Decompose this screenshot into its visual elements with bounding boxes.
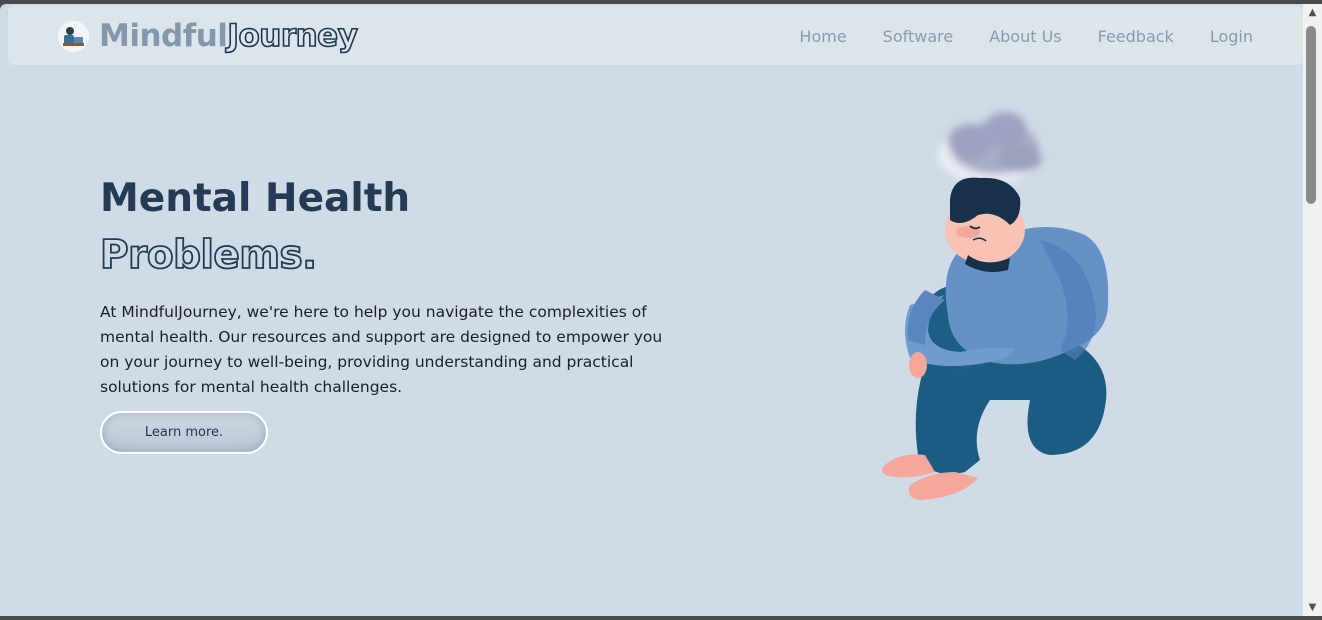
logo-text-part1: Mindful (99, 18, 228, 54)
hero-title-line1: Mental Health (100, 176, 411, 221)
nav-login[interactable]: Login (1210, 27, 1253, 46)
hero-title-line2: Problems. (99, 232, 318, 279)
vertical-scrollbar[interactable]: ▲ ▼ (1303, 4, 1322, 616)
site-logo[interactable]: MindfulJourney (58, 18, 359, 54)
nav-software[interactable]: Software (883, 27, 954, 46)
hero-section: Mental Health Problems. At MindfulJourne… (99, 176, 680, 454)
learn-more-button[interactable]: Learn more. (100, 410, 268, 454)
nav-links: Home Software About Us Feedback Login (799, 27, 1253, 46)
rain-cloud-icon (938, 112, 1042, 183)
logo-text-part2: Journey (227, 18, 359, 54)
sad-person-illustration (870, 100, 1120, 510)
nav-about-us[interactable]: About Us (989, 27, 1061, 46)
logo-badge-icon (58, 21, 89, 52)
scroll-up-icon[interactable]: ▲ (1303, 4, 1322, 21)
hero-description: At MindfulJourney, we're here to help yo… (100, 302, 663, 396)
nav-home[interactable]: Home (799, 27, 846, 46)
nav-feedback[interactable]: Feedback (1098, 27, 1174, 46)
scroll-down-icon[interactable]: ▼ (1303, 599, 1322, 616)
scrollbar-thumb[interactable] (1306, 26, 1316, 204)
page-viewport: MindfulJourney Home Software About Us Fe… (0, 4, 1303, 616)
navbar: MindfulJourney Home Software About Us Fe… (8, 6, 1303, 65)
logo-text: MindfulJourney (99, 18, 359, 54)
